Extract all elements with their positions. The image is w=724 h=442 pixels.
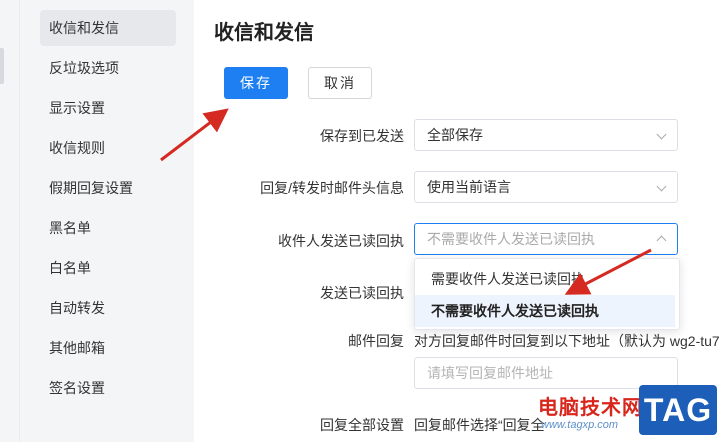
dropdown-option-no-receipt[interactable]: 不需要收件人发送已读回执 xyxy=(415,295,675,327)
reply-header-label: 回复/转发时邮件头信息 xyxy=(260,180,404,196)
read-receipt-dropdown: 需要收件人发送已读回执 不需要收件人发送已读回执 xyxy=(414,258,680,330)
reply-header-value: 使用当前语言 xyxy=(427,179,511,195)
edge-indicator xyxy=(0,48,4,84)
reply-to-label: 邮件回复 xyxy=(348,333,404,349)
chevron-up-icon xyxy=(656,235,667,246)
page-title: 收信和发信 xyxy=(214,22,314,44)
settings-main: 收信和发信 保存 取消 保存到已发送 全部保存 回复/转发时邮件头信息 使用当前… xyxy=(194,0,724,442)
sidebar-item-antispam[interactable]: 反垃圾选项 xyxy=(40,50,176,86)
reply-to-description: 对方回复邮件时回复到以下地址（默认为 wg2-tu7 xyxy=(414,333,720,349)
dropdown-option-require-receipt[interactable]: 需要收件人发送已读回执 xyxy=(415,263,679,295)
read-receipt-request-label: 收件人发送已读回执 xyxy=(278,233,404,249)
read-receipt-request-value: 不需要收件人发送已读回执 xyxy=(427,231,595,247)
sidebar-item-rules[interactable]: 收信规则 xyxy=(40,130,176,166)
read-receipt-request-select[interactable]: 不需要收件人发送已读回执 xyxy=(414,223,678,255)
sidebar-item-vacation-reply[interactable]: 假期回复设置 xyxy=(40,170,176,206)
save-sent-value: 全部保存 xyxy=(427,127,483,143)
watermark-text: 电脑技术网 xyxy=(538,397,643,419)
reply-all-description: 回复邮件选择“回复全 xyxy=(414,417,545,433)
save-button[interactable]: 保存 xyxy=(224,67,288,99)
send-receipt-label: 发送已读回执 xyxy=(320,285,404,301)
sidebar-item-display[interactable]: 显示设置 xyxy=(40,90,176,126)
cancel-button[interactable]: 取消 xyxy=(308,67,372,99)
watermark-badge: TAG xyxy=(639,385,717,435)
save-sent-select[interactable]: 全部保存 xyxy=(414,119,678,151)
sidebar-item-whitelist[interactable]: 白名单 xyxy=(40,250,176,286)
chevron-down-icon xyxy=(656,181,667,192)
watermark-url: www.tagxp.com xyxy=(541,419,619,431)
reply-all-label: 回复全部设置 xyxy=(320,417,404,433)
sidebar-item-other-mailbox[interactable]: 其他邮箱 xyxy=(40,330,176,366)
reply-header-select[interactable]: 使用当前语言 xyxy=(414,171,678,203)
sidebar-item-auto-forward[interactable]: 自动转发 xyxy=(40,290,176,326)
save-sent-label: 保存到已发送 xyxy=(320,128,404,144)
left-edge-strip xyxy=(0,0,20,442)
settings-window: 收信和发信 反垃圾选项 显示设置 收信规则 假期回复设置 黑名单 白名单 自动转… xyxy=(0,0,724,442)
sidebar-item-send-receive[interactable]: 收信和发信 xyxy=(40,10,176,46)
reply-to-input[interactable]: 请填写回复邮件地址 xyxy=(414,357,678,389)
settings-sidebar: 收信和发信 反垃圾选项 显示设置 收信规则 假期回复设置 黑名单 白名单 自动转… xyxy=(20,0,194,442)
sidebar-item-blacklist[interactable]: 黑名单 xyxy=(40,210,176,246)
chevron-down-icon xyxy=(656,129,667,140)
sidebar-item-signature[interactable]: 签名设置 xyxy=(40,370,176,406)
